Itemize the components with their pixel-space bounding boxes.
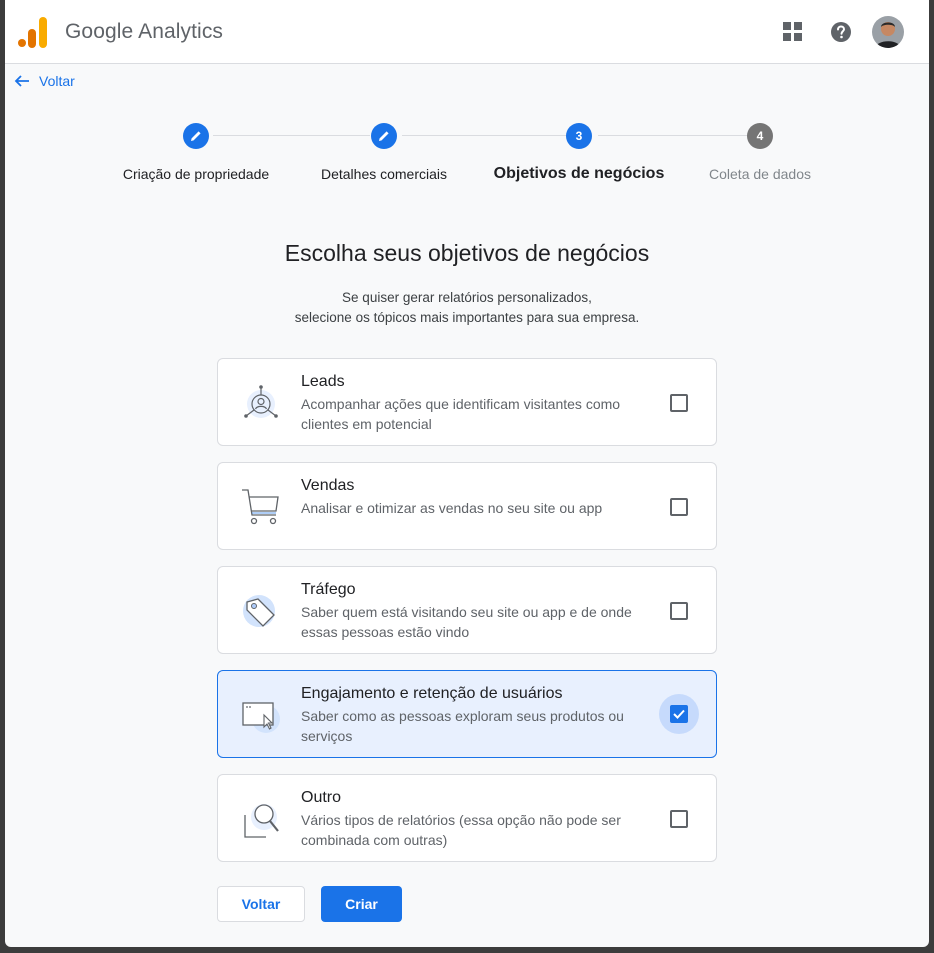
step-2-label: Detalhes comerciais xyxy=(320,166,448,182)
checkmark-icon xyxy=(673,709,685,719)
option-checkbox-leads[interactable] xyxy=(670,394,688,412)
arrow-back-icon xyxy=(14,75,29,87)
option-checkbox-trafego[interactable] xyxy=(670,602,688,620)
option-description: Analisar e otimizar as vendas no seu sit… xyxy=(301,500,603,516)
option-card-leads[interactable]: Leads Acompanhar ações que identificam v… xyxy=(217,358,717,446)
option-title: Tráfego xyxy=(301,581,356,598)
leads-icon xyxy=(244,385,278,418)
step-1-marker xyxy=(183,123,209,149)
pencil-icon xyxy=(191,131,201,141)
option-checkbox-vendas[interactable] xyxy=(670,498,688,516)
option-description: Acompanhar ações que identificam visitan… xyxy=(301,396,621,432)
option-title: Engajamento e retenção de usuários xyxy=(301,685,563,702)
step-1-label: Criação de propriedade xyxy=(122,166,270,182)
option-card-vendas[interactable]: Vendas Analisar e otimizar as vendas no … xyxy=(217,462,717,550)
app-window: Google Analytics Voltar Criação de propr… xyxy=(5,0,929,947)
step-connector xyxy=(213,135,370,136)
magnifier-icon xyxy=(244,804,279,838)
option-title: Leads xyxy=(301,373,345,390)
app-title: Google Analytics xyxy=(65,20,224,43)
option-card-outro[interactable]: Outro Vários tipos de relatórios (essa o… xyxy=(217,774,717,862)
page-subtitle: Se quiser gerar relatórios personalizado… xyxy=(5,288,929,328)
create-button[interactable]: Criar xyxy=(321,886,402,922)
option-checkbox-engajamento[interactable] xyxy=(670,705,688,723)
step-4-label: Coleta de dados xyxy=(709,166,811,182)
back-button[interactable]: Voltar xyxy=(217,886,305,922)
top-bar: Google Analytics xyxy=(5,0,929,64)
help-icon[interactable] xyxy=(830,21,852,43)
subtitle-line-2: selecione os tópicos mais importantes pa… xyxy=(294,310,640,325)
back-link-label: Voltar xyxy=(39,73,75,89)
page-title: Escolha seus objetivos de negócios xyxy=(284,240,650,266)
step-2-marker xyxy=(371,123,397,149)
analytics-logo[interactable] xyxy=(18,16,48,48)
browser-cursor-icon xyxy=(242,702,280,733)
pencil-icon xyxy=(379,131,389,141)
avatar[interactable] xyxy=(872,16,904,48)
back-link[interactable]: Voltar xyxy=(14,73,75,89)
option-card-trafego[interactable]: Tráfego Saber quem está visitando seu si… xyxy=(217,566,717,654)
option-title: Outro xyxy=(301,789,342,806)
subtitle-line-1: Se quiser gerar relatórios personalizado… xyxy=(342,290,592,305)
apps-grid-icon[interactable] xyxy=(783,22,803,42)
shopping-cart-icon xyxy=(242,489,279,525)
step-connector xyxy=(402,135,566,136)
option-description: Saber quem está visitando seu site ou ap… xyxy=(301,604,632,640)
step-connector xyxy=(598,135,747,136)
option-card-engajamento[interactable]: Engajamento e retenção de usuários Saber… xyxy=(217,670,717,758)
option-title: Vendas xyxy=(301,477,355,494)
step-3-marker: 3 xyxy=(566,123,592,149)
step-3-label: Objetivos de negócios xyxy=(493,165,665,182)
step-4-marker: 4 xyxy=(747,123,773,149)
option-description: Vários tipos de relatórios (essa opção n… xyxy=(301,812,621,848)
option-checkbox-outro[interactable] xyxy=(670,810,688,828)
tag-icon xyxy=(243,595,275,627)
option-description: Saber como as pessoas exploram seus prod… xyxy=(301,708,624,744)
